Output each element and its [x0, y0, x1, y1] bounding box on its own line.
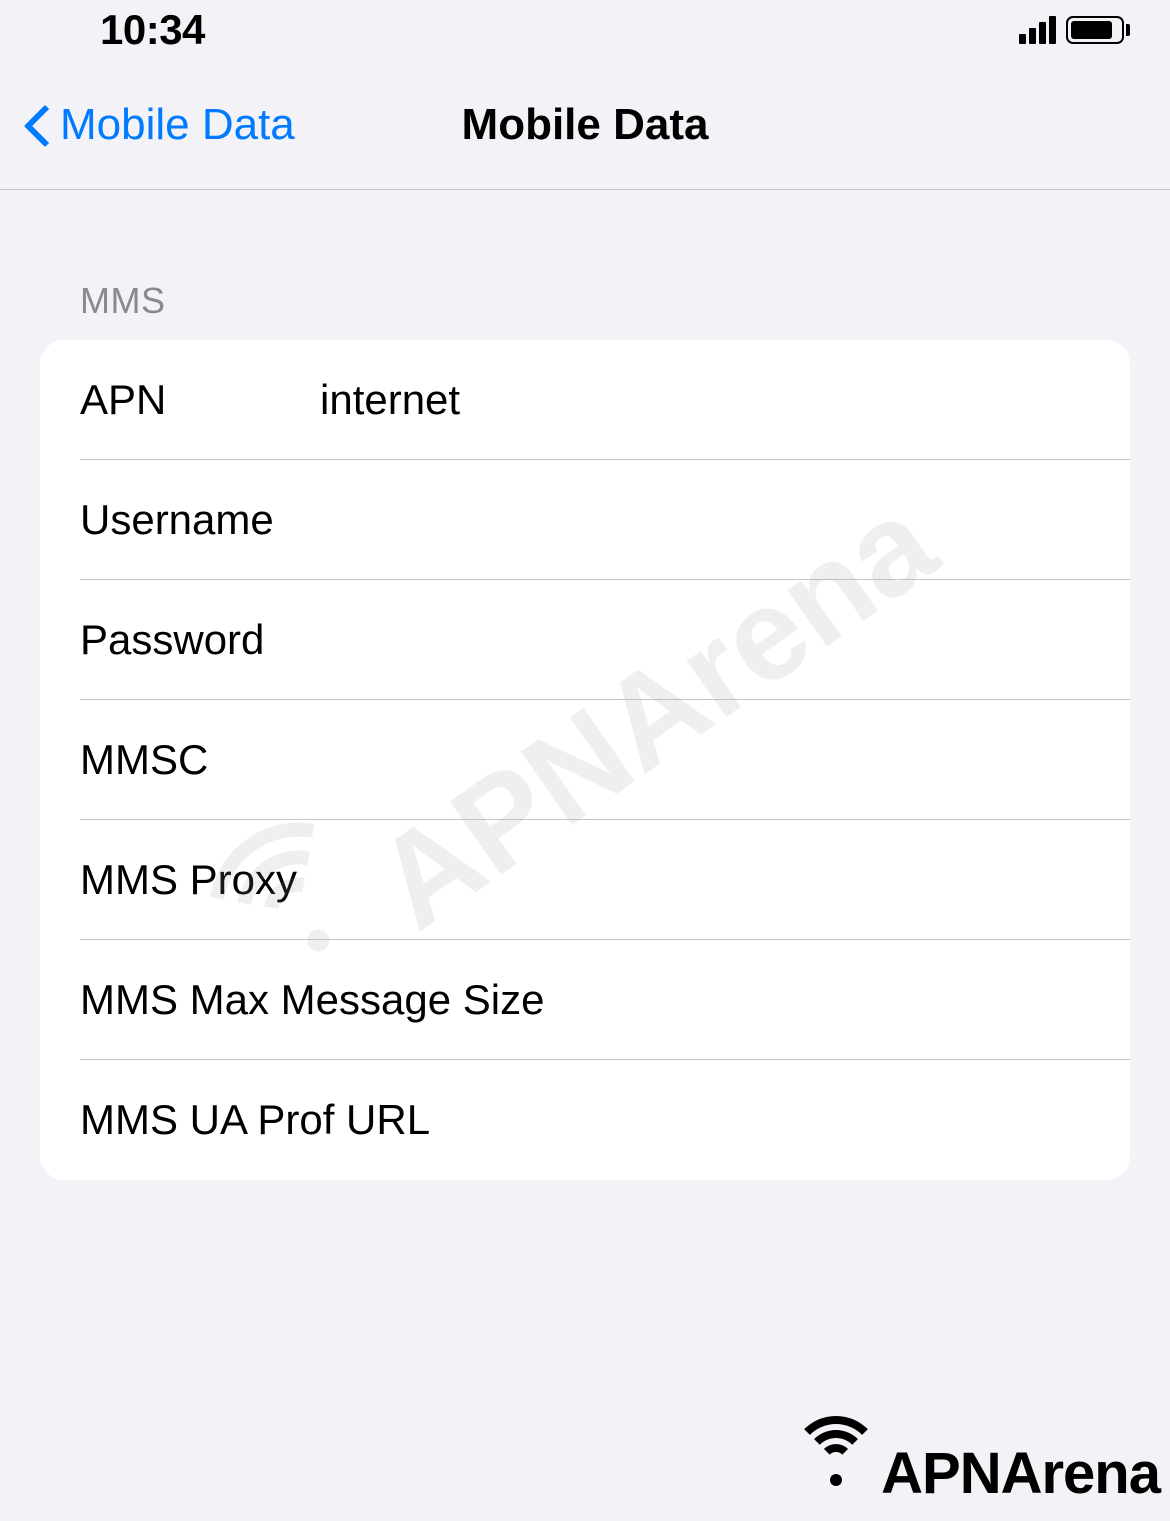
input-mms-max-size[interactable] — [544, 976, 1090, 1024]
input-mms-ua-prof[interactable] — [430, 1096, 1090, 1144]
label-username: Username — [80, 496, 320, 544]
nav-bar: Mobile Data Mobile Data — [0, 60, 1170, 190]
input-mms-proxy[interactable] — [320, 856, 1090, 904]
input-apn[interactable] — [320, 376, 1090, 424]
row-password[interactable]: Password — [40, 580, 1130, 700]
footer-logo: APNArena — [791, 1436, 1160, 1511]
row-apn[interactable]: APN — [40, 340, 1130, 460]
page-title: Mobile Data — [462, 100, 709, 150]
settings-group-mms: APN Username Password MMSC MMS Proxy MMS… — [40, 340, 1130, 1180]
input-password[interactable] — [320, 616, 1090, 664]
row-mms-max-size[interactable]: MMS Max Message Size — [40, 940, 1130, 1060]
battery-icon — [1066, 16, 1130, 44]
row-username[interactable]: Username — [40, 460, 1130, 580]
footer-text: APNArena — [881, 1440, 1160, 1507]
label-mms-ua-prof: MMS UA Prof URL — [80, 1096, 430, 1144]
label-mmsc: MMSC — [80, 736, 320, 784]
status-bar: 10:34 — [0, 0, 1170, 60]
section-header-mms: MMS — [40, 280, 1130, 340]
row-mmsc[interactable]: MMSC — [40, 700, 1130, 820]
back-button[interactable]: Mobile Data — [0, 100, 295, 150]
label-apn: APN — [80, 376, 320, 424]
row-mms-ua-prof[interactable]: MMS UA Prof URL — [40, 1060, 1130, 1180]
status-right — [1019, 16, 1130, 44]
cellular-signal-icon — [1019, 16, 1056, 44]
label-mms-proxy: MMS Proxy — [80, 856, 320, 904]
content: MMS APN Username Password MMSC MMS Proxy — [0, 190, 1170, 1180]
back-label: Mobile Data — [60, 100, 295, 150]
status-time: 10:34 — [100, 6, 205, 54]
wifi-icon — [791, 1436, 881, 1511]
row-mms-proxy[interactable]: MMS Proxy — [40, 820, 1130, 940]
input-mmsc[interactable] — [320, 736, 1090, 784]
label-password: Password — [80, 616, 320, 664]
label-mms-max-size: MMS Max Message Size — [80, 976, 544, 1024]
chevron-left-icon — [22, 101, 50, 149]
input-username[interactable] — [320, 496, 1090, 544]
